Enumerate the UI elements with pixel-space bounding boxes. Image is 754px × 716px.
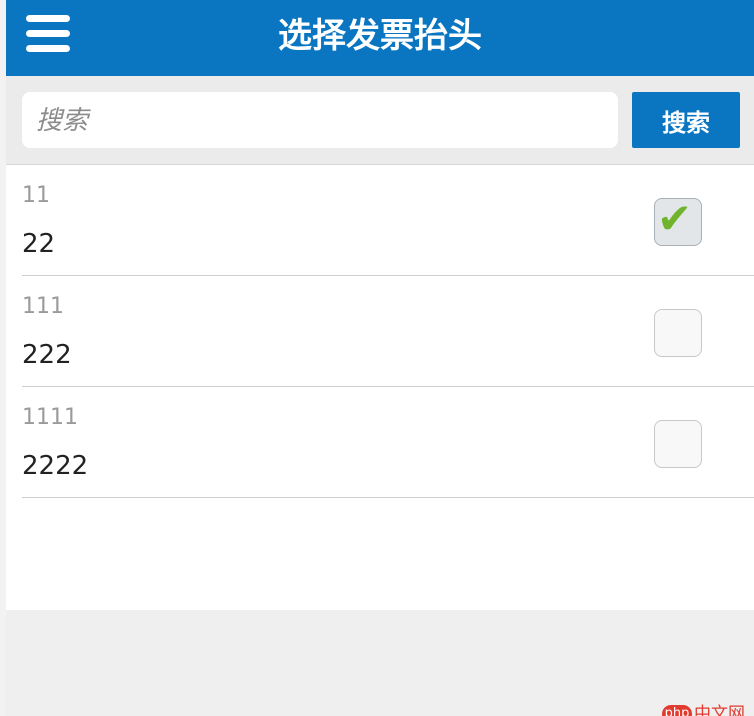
search-button[interactable]: 搜索	[632, 92, 740, 148]
item-name: 222	[22, 340, 72, 370]
checkmark-icon: ✔	[657, 194, 693, 243]
search-input[interactable]	[22, 92, 618, 148]
item-checkbox[interactable]	[654, 309, 702, 357]
list-item[interactable]: 1111 2222	[22, 387, 754, 498]
page: 选择发票抬头 搜索 11 22 ✔ 111 222 1111 2222 php …	[0, 0, 754, 716]
invoice-title-list: 11 22 ✔ 111 222 1111 2222	[6, 165, 754, 610]
watermark-text: 中文网	[694, 704, 745, 716]
item-name: 22	[22, 229, 56, 259]
item-checkbox[interactable]: ✔	[654, 194, 702, 246]
item-name: 2222	[22, 451, 89, 481]
item-code: 11	[22, 183, 50, 208]
item-code: 1111	[22, 405, 78, 430]
list-item[interactable]: 111 222	[22, 276, 754, 387]
watermark-badge: php	[662, 705, 692, 716]
item-checkbox[interactable]	[654, 420, 702, 468]
page-title: 选择发票抬头	[278, 16, 482, 56]
list-item[interactable]: 11 22 ✔	[22, 165, 754, 276]
search-bar: 搜索	[6, 76, 754, 165]
item-code: 111	[22, 294, 64, 319]
app-header: 选择发票抬头	[6, 0, 754, 76]
watermark-logo: php 中文网	[662, 703, 754, 716]
